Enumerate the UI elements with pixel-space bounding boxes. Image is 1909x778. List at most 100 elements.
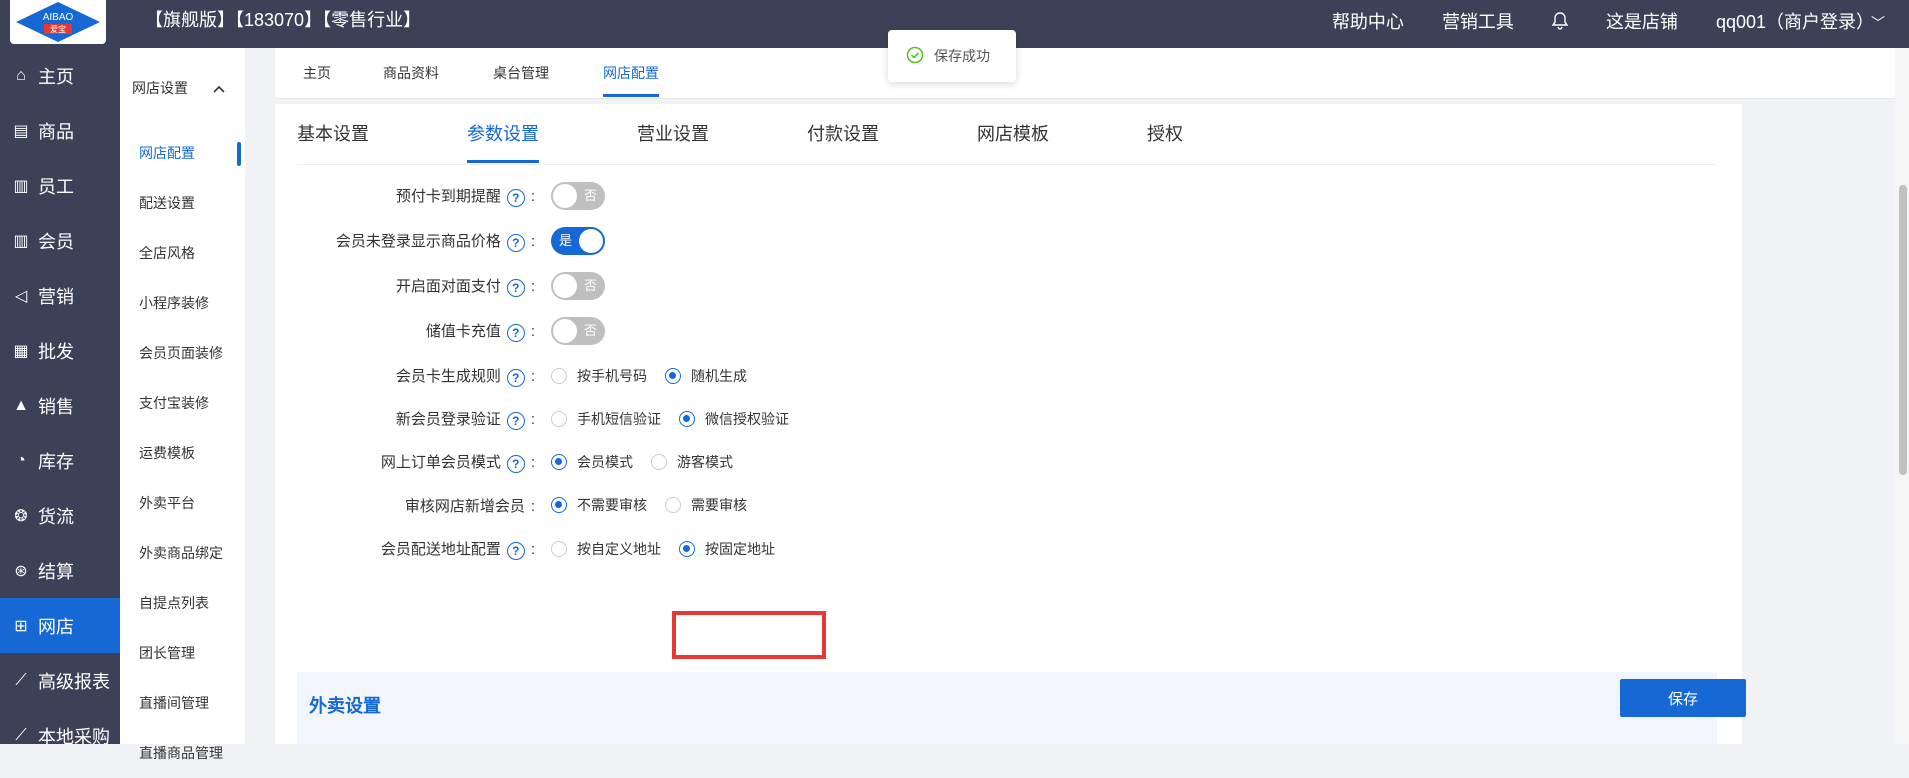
user-menu[interactable]: qq001（商户登录） ﹀	[1716, 8, 1885, 34]
help-center-link[interactable]: 帮助中心	[1332, 8, 1404, 34]
sidebar-item-5[interactable]: ▦ 批发	[0, 323, 120, 378]
sub-sidebar-item[interactable]: 团长管理	[120, 628, 245, 678]
sub-sidebar-item[interactable]: 小程序装修	[120, 278, 245, 328]
sidebar-item-10[interactable]: ⊞ 网店	[0, 598, 120, 653]
radio-option[interactable]: 随机生成	[665, 366, 747, 386]
chevron-up-icon	[213, 80, 225, 96]
sidebar-item-1[interactable]: ▤ 商品	[0, 103, 120, 158]
sub-sidebar-item[interactable]: 自提点列表	[120, 578, 245, 628]
sidebar-item-label: 销售	[38, 396, 74, 417]
radio-dot[interactable]	[551, 368, 567, 384]
setting-row: 预付卡到期提醒?: 否	[275, 179, 1695, 213]
help-icon[interactable]: ?	[506, 188, 525, 207]
page-tab-tables[interactable]: 桌台管理	[493, 48, 549, 98]
radio-dot[interactable]	[665, 497, 681, 513]
radio-option[interactable]: 手机短信验证	[551, 409, 661, 429]
sidebar-item-2[interactable]: ▥ 员工	[0, 158, 120, 213]
sidebar-item-0[interactable]: ⌂ 主页	[0, 48, 120, 103]
sidebar-item-3[interactable]: ▥ 会员	[0, 213, 120, 268]
help-icon[interactable]: ?	[506, 541, 525, 560]
sub-sidebar-item[interactable]: 直播商品管理	[120, 728, 245, 778]
radio-option[interactable]: 游客模式	[651, 452, 733, 472]
help-icon[interactable]: ?	[506, 411, 525, 430]
label-colon: :	[530, 497, 535, 515]
radio-option[interactable]: 会员模式	[551, 452, 633, 472]
radio-option[interactable]: 按固定地址	[679, 539, 775, 559]
sub-sidebar-item[interactable]: 直播间管理	[120, 678, 245, 728]
radio-label: 按手机号码	[577, 368, 647, 384]
sub-sidebar-item[interactable]: 网店配置	[120, 128, 245, 178]
sidebar-item-12[interactable]: ⟋ 本地采购	[0, 708, 120, 763]
radio-dot[interactable]	[679, 411, 695, 427]
sub-sidebar: 网店设置 网店配置 配送设置 全店风格 小程序装修 会员页面装修 支付宝装修 运费模板 外卖平…	[120, 48, 245, 761]
setting-row: 会员配送地址配置?: 按自定义地址 按固定地址	[275, 532, 1695, 566]
radio-option[interactable]: 微信授权验证	[679, 409, 789, 429]
radio-option[interactable]: 按自定义地址	[551, 539, 661, 559]
help-icon[interactable]: ?	[506, 323, 525, 342]
sub-sidebar-item[interactable]: 外卖平台	[120, 478, 245, 528]
setting-label: 开启面对面支付?:	[275, 275, 535, 297]
sidebar-item-7[interactable]: ◔ 库存	[0, 433, 120, 488]
account-title: 【旗舰版】【183070】【零售行业】	[145, 10, 422, 30]
sidebar-item-9[interactable]: ⊛ 结算	[0, 543, 120, 598]
sub-sidebar-item[interactable]: 全店风格	[120, 228, 245, 278]
goods-icon: ▤	[13, 122, 29, 140]
help-icon[interactable]: ?	[506, 278, 525, 297]
sidebar-item-label: 营销	[38, 286, 74, 307]
chevron-down-icon: ﹀	[1871, 15, 1885, 31]
scrollbar-thumb[interactable]	[1899, 185, 1907, 475]
sub-sidebar-item[interactable]: 配送设置	[120, 178, 245, 228]
radio-dot[interactable]	[551, 411, 567, 427]
tab-params[interactable]: 参数设置	[467, 120, 539, 163]
sidebar-item-label: 高级报表	[38, 671, 110, 692]
sidebar-item-4[interactable]: ◁ 营销	[0, 268, 120, 323]
toast-message: 保存成功	[934, 48, 990, 64]
sidebar-item-11[interactable]: ⟋ 高级报表	[0, 653, 120, 708]
bell-icon[interactable]	[1551, 12, 1568, 30]
toggle-knob	[579, 229, 603, 253]
setting-label: 网上订单会员模式?:	[275, 451, 535, 473]
radio-dot[interactable]	[665, 368, 681, 384]
radio-option[interactable]: 按手机号码	[551, 366, 647, 386]
sub-sidebar-item[interactable]: 外卖商品绑定	[120, 528, 245, 578]
sub-sidebar-item[interactable]: 运费模板	[120, 428, 245, 478]
setting-label-text: 会员配送地址配置	[380, 541, 501, 559]
scrollbar[interactable]	[1895, 48, 1909, 744]
page-tab-home[interactable]: 主页	[303, 48, 331, 98]
marketing-tools-link[interactable]: 营销工具	[1442, 8, 1514, 34]
sidebar-item-label: 商品	[38, 121, 74, 142]
sidebar-item-8[interactable]: ❂ 货流	[0, 488, 120, 543]
tab-payment[interactable]: 付款设置	[807, 120, 879, 146]
radio-option[interactable]: 需要审核	[665, 495, 747, 515]
store-link[interactable]: 这是店铺	[1606, 8, 1678, 34]
aibao-logo[interactable]: AIBAO 爱宝	[10, 0, 106, 44]
radio-option[interactable]: 不需要审核	[551, 495, 647, 515]
toggle-switch[interactable]: 否	[551, 182, 605, 210]
toggle-switch[interactable]: 是	[551, 227, 605, 255]
home-icon: ⌂	[16, 66, 26, 84]
tab-business[interactable]: 营业设置	[637, 120, 709, 146]
help-icon[interactable]: ?	[506, 368, 525, 387]
sidebar-item-6[interactable]: ▲ 销售	[0, 378, 120, 433]
tab-auth[interactable]: 授权	[1147, 120, 1183, 146]
toggle-switch[interactable]: 否	[551, 272, 605, 300]
help-icon[interactable]: ?	[506, 233, 525, 252]
toggle-switch[interactable]: 否	[551, 317, 605, 345]
setting-label: 储值卡充值?:	[275, 320, 535, 342]
tab-basic[interactable]: 基本设置	[297, 120, 369, 146]
help-icon[interactable]: ?	[506, 454, 525, 473]
sub-sidebar-item[interactable]: 会员页面装修	[120, 328, 245, 378]
tab-template[interactable]: 网店模板	[977, 120, 1049, 146]
radio-dot[interactable]	[651, 454, 667, 470]
radio-dot[interactable]	[551, 454, 567, 470]
page-tab-goods[interactable]: 商品资料	[383, 48, 439, 98]
toggle-text: 否	[583, 323, 597, 338]
radio-dot[interactable]	[679, 541, 695, 557]
sub-sidebar-header[interactable]: 网店设置	[120, 48, 245, 128]
radio-dot[interactable]	[551, 541, 567, 557]
pie-icon: ◔	[16, 451, 26, 469]
radio-dot[interactable]	[551, 497, 567, 513]
save-button[interactable]: 保存	[1620, 679, 1746, 717]
page-tab-store-config[interactable]: 网店配置	[603, 48, 659, 98]
sub-sidebar-item[interactable]: 支付宝装修	[120, 378, 245, 428]
